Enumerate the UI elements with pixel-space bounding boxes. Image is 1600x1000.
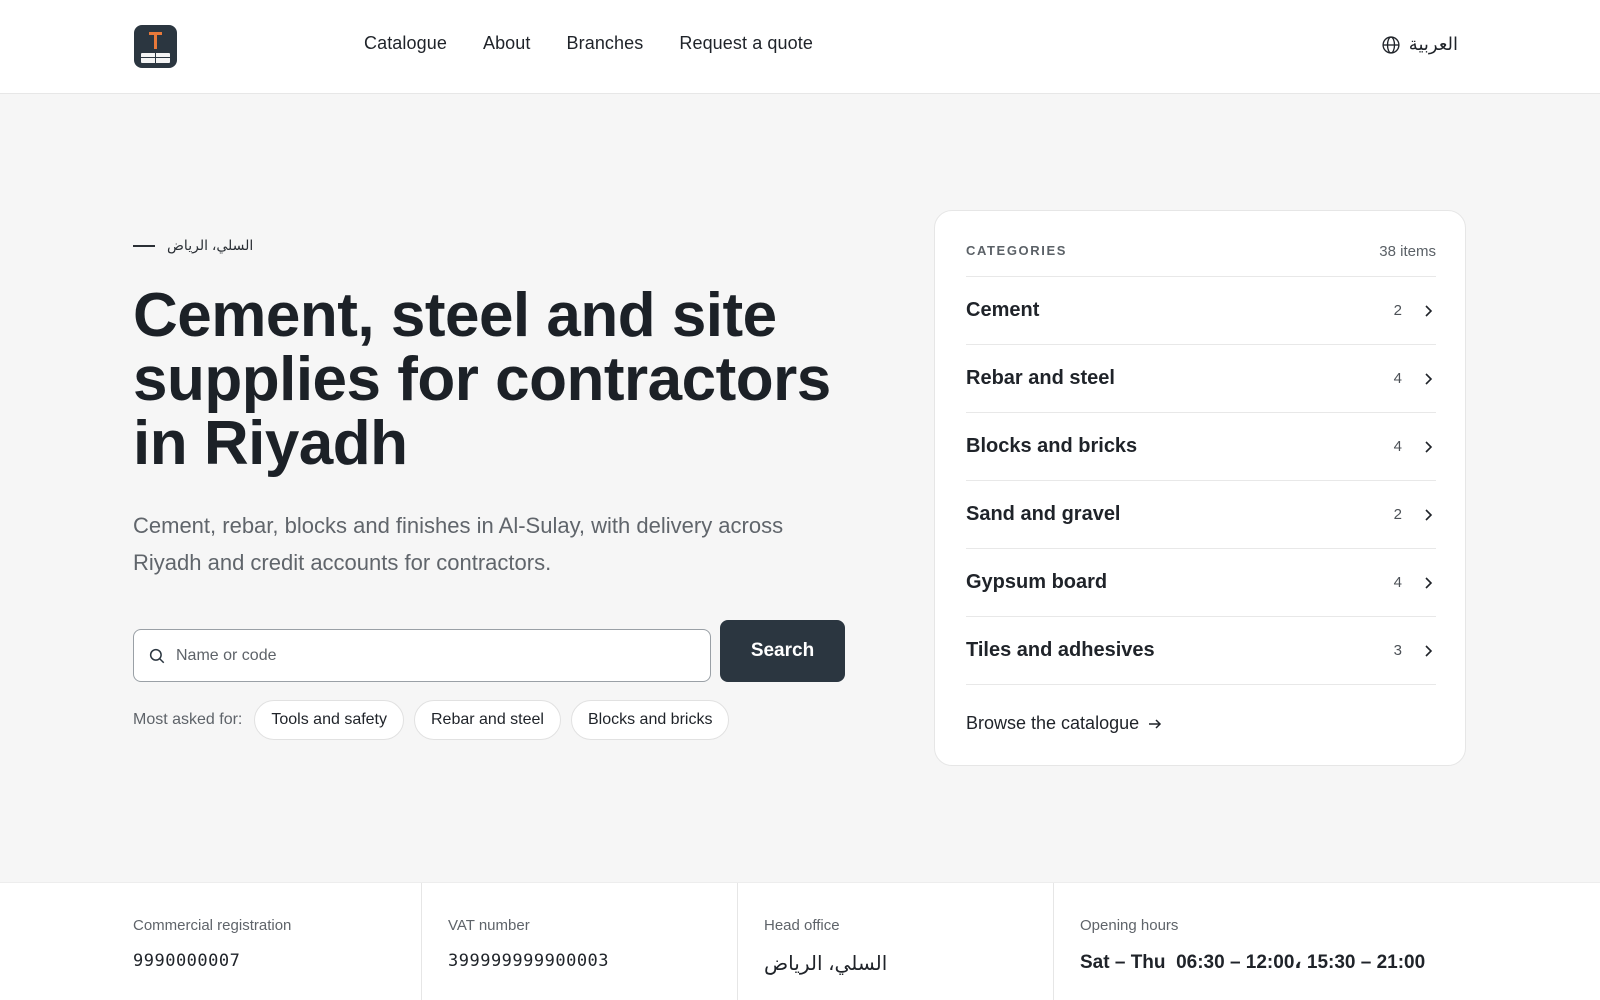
categories-caption: CATEGORIES bbox=[966, 243, 1067, 258]
category-count: 4 bbox=[1393, 438, 1402, 455]
nav-about[interactable]: About bbox=[483, 33, 531, 54]
categories-count: 38 items bbox=[1379, 243, 1436, 260]
site-header: Catalogue About Branches Request a quote… bbox=[0, 0, 1600, 94]
category-count: 4 bbox=[1393, 370, 1402, 387]
info-value: Sat – Thu 06:30 – 12:00، 15:30 – 21:00 bbox=[1080, 952, 1426, 973]
info-commercial-registration: Commercial registration 9990000007 bbox=[0, 883, 422, 1000]
info-value: 399999999900003 bbox=[448, 951, 610, 971]
category-row-sand-and-gravel[interactable]: Sand and gravel 2 bbox=[966, 481, 1436, 549]
brand-logo[interactable] bbox=[134, 25, 177, 68]
globe-icon bbox=[1382, 35, 1400, 54]
category-row-gypsum-board[interactable]: Gypsum board 4 bbox=[966, 549, 1436, 617]
search-button[interactable]: Search bbox=[720, 620, 845, 682]
main-nav: Catalogue About Branches Request a quote bbox=[364, 33, 813, 54]
category-row-cement[interactable]: Cement 2 bbox=[966, 277, 1436, 345]
arrow-right-icon bbox=[1149, 718, 1162, 729]
categories-card: CATEGORIES 38 items Cement 2 Rebar and s… bbox=[934, 210, 1466, 766]
nav-request-quote[interactable]: Request a quote bbox=[679, 33, 813, 54]
category-name: Sand and gravel bbox=[966, 503, 1121, 525]
language-label: العربية bbox=[1408, 34, 1458, 54]
browse-catalogue-label: Browse the catalogue bbox=[966, 713, 1140, 733]
chevron-right-icon bbox=[1425, 372, 1433, 385]
language-switcher[interactable]: العربية bbox=[1381, 34, 1458, 55]
nav-branches[interactable]: Branches bbox=[567, 33, 644, 54]
search-field[interactable] bbox=[133, 629, 711, 682]
chip-rebar-and-steel[interactable]: Rebar and steel bbox=[414, 700, 561, 740]
category-name: Gypsum board bbox=[966, 571, 1108, 593]
chevron-right-icon bbox=[1425, 644, 1433, 657]
category-row-rebar-and-steel[interactable]: Rebar and steel 4 bbox=[966, 345, 1436, 413]
category-name: Blocks and bricks bbox=[966, 435, 1138, 457]
category-count: 2 bbox=[1393, 302, 1402, 319]
hero-subtitle: Cement, rebar, blocks and finishes in Al… bbox=[133, 513, 784, 575]
info-label: VAT number bbox=[448, 917, 530, 934]
category-name: Rebar and steel bbox=[966, 367, 1115, 389]
categories-list: Cement 2 Rebar and steel 4 Blocks and br… bbox=[966, 276, 1436, 685]
category-count: 2 bbox=[1393, 506, 1402, 523]
category-name: Cement bbox=[966, 299, 1040, 321]
location-text: السلي، الرياض bbox=[167, 237, 254, 253]
info-value: السلي، الرياض bbox=[764, 953, 888, 975]
chevron-right-icon bbox=[1425, 440, 1433, 453]
category-name: Tiles and adhesives bbox=[966, 639, 1155, 661]
info-label: Head office bbox=[764, 917, 840, 934]
info-label: Commercial registration bbox=[133, 917, 292, 934]
location-tag: السلي، الرياض bbox=[133, 237, 253, 254]
info-label: Opening hours bbox=[1080, 917, 1179, 934]
company-info-strip: Commercial registration 9990000007 VAT n… bbox=[0, 882, 1600, 1000]
categories-header: CATEGORIES 38 items bbox=[966, 243, 1436, 260]
dash-divider bbox=[133, 244, 155, 247]
category-count: 3 bbox=[1393, 642, 1402, 659]
info-vat-number: VAT number 399999999900003 bbox=[422, 883, 738, 1000]
category-row-blocks-and-bricks[interactable]: Blocks and bricks 4 bbox=[966, 413, 1436, 481]
info-head-office: Head office السلي، الرياض bbox=[738, 883, 1054, 1000]
hero-title: Cement, steel and site supplies for cont… bbox=[133, 281, 831, 478]
category-count: 4 bbox=[1393, 574, 1402, 591]
chip-blocks-and-bricks[interactable]: Blocks and bricks bbox=[570, 700, 730, 740]
search-input[interactable] bbox=[176, 646, 676, 665]
info-value: 9990000007 bbox=[133, 951, 241, 971]
search-icon bbox=[149, 648, 165, 663]
chevron-right-icon bbox=[1425, 508, 1433, 521]
browse-catalogue-link[interactable]: Browse the catalogue bbox=[966, 713, 1163, 734]
info-opening-hours: Opening hours Sat – Thu 06:30 – 12:00، 1… bbox=[1054, 883, 1600, 1000]
category-row-tiles-and-adhesives[interactable]: Tiles and adhesives 3 bbox=[966, 617, 1436, 685]
nav-catalogue[interactable]: Catalogue bbox=[364, 33, 447, 54]
most-asked: Most asked for: Tools and safety Rebar a… bbox=[133, 700, 730, 740]
most-asked-label: Most asked for: bbox=[133, 711, 243, 728]
chip-tools-and-safety[interactable]: Tools and safety bbox=[254, 700, 404, 740]
chevron-right-icon bbox=[1425, 576, 1433, 589]
chevron-right-icon bbox=[1425, 304, 1433, 317]
